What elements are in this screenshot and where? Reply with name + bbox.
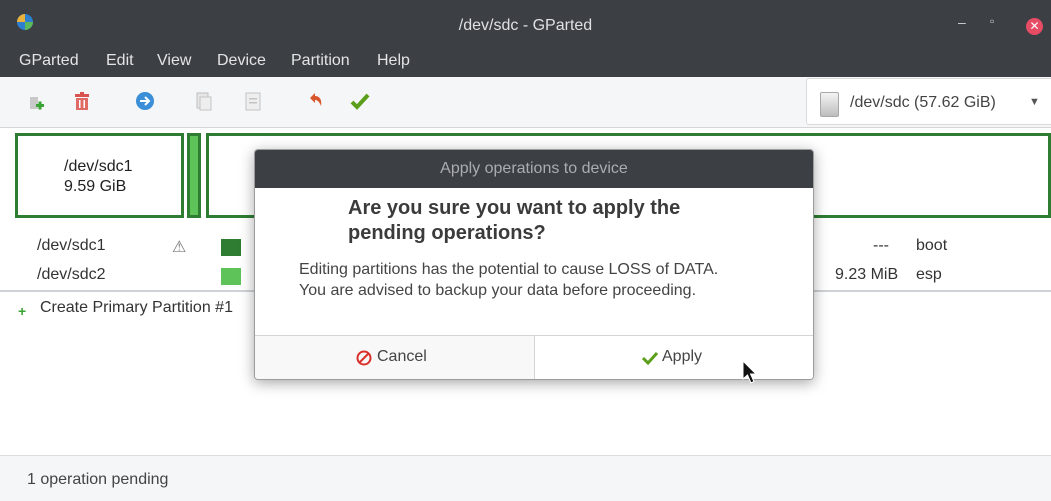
apply-operations-dialog: Apply operations to device Are you sure … [254, 149, 814, 380]
title-bar: /dev/sdc - GParted – ▫ ✕ [0, 0, 1051, 45]
device-selector[interactable]: /dev/sdc (57.62 GiB) ▼ [806, 78, 1051, 125]
maximize-icon[interactable]: ▫ [990, 14, 994, 28]
partition-block-sdc1[interactable]: /dev/sdc1 9.59 GiB [15, 133, 184, 218]
partition-block-name: /dev/sdc1 [64, 158, 133, 175]
menu-edit[interactable]: Edit [106, 52, 134, 70]
create-partition-icon: + [18, 303, 27, 319]
disk-icon [820, 92, 839, 117]
partition-used: 9.23 MiB [835, 266, 899, 283]
partition-color-swatch [221, 239, 241, 256]
cancel-button[interactable]: Cancel [255, 336, 535, 379]
menu-view[interactable]: View [157, 52, 191, 70]
menu-gparted[interactable]: GParted [19, 52, 79, 70]
paste-icon[interactable] [241, 90, 265, 114]
undo-icon[interactable] [303, 90, 327, 114]
partition-flags: esp [916, 266, 942, 283]
menu-help[interactable]: Help [377, 52, 410, 70]
partition-device: /dev/sdc2 [37, 266, 106, 283]
apply-label: Apply [662, 348, 703, 365]
minimize-icon[interactable]: – [958, 14, 966, 30]
dialog-message-continued: You are advised to backup your data befo… [299, 282, 697, 299]
copy-icon[interactable] [192, 90, 216, 114]
resize-move-icon[interactable] [133, 90, 157, 114]
status-bar: 1 operation pending [0, 455, 1051, 501]
status-text: 1 operation pending [27, 471, 169, 488]
dialog-header: Apply operations to device [255, 150, 813, 188]
menu-partition[interactable]: Partition [291, 52, 350, 70]
warning-icon: ⚠ [172, 239, 187, 256]
operation-item[interactable]: Create Primary Partition #1 [40, 299, 233, 317]
dropdown-arrow-icon: ▼ [1029, 96, 1040, 108]
menu-bar: GParted Edit View Device Partition Help [0, 45, 1051, 77]
dialog-title: Apply operations to device [440, 160, 628, 177]
partition-block-size: 9.59 GiB [64, 178, 127, 195]
checkmark-icon [641, 351, 659, 366]
apply-icon[interactable] [348, 90, 372, 114]
mouse-cursor-icon [742, 360, 758, 384]
window-title: /dev/sdc - GParted [458, 17, 593, 34]
dialog-question-continued: pending operations? [348, 222, 546, 244]
new-partition-icon[interactable] [26, 90, 50, 114]
cancel-label: Cancel [377, 348, 427, 365]
partition-block-sdc2[interactable] [187, 133, 201, 218]
partition-device: /dev/sdc1 [37, 237, 106, 254]
dialog-buttons: Cancel Apply [255, 335, 813, 379]
menu-device[interactable]: Device [217, 52, 266, 70]
device-selector-label: /dev/sdc (57.62 GiB) [850, 94, 996, 111]
dialog-question: Are you sure you want to apply the [348, 197, 681, 219]
dialog-message: Editing partitions has the potential to … [299, 261, 719, 278]
partition-flags: boot [916, 237, 948, 254]
apply-button[interactable]: Apply [535, 336, 813, 379]
close-icon[interactable]: ✕ [1026, 18, 1043, 35]
partition-used: --- [873, 237, 889, 254]
delete-icon[interactable] [70, 90, 94, 114]
cancel-icon [356, 350, 372, 366]
partition-color-swatch [221, 268, 241, 285]
